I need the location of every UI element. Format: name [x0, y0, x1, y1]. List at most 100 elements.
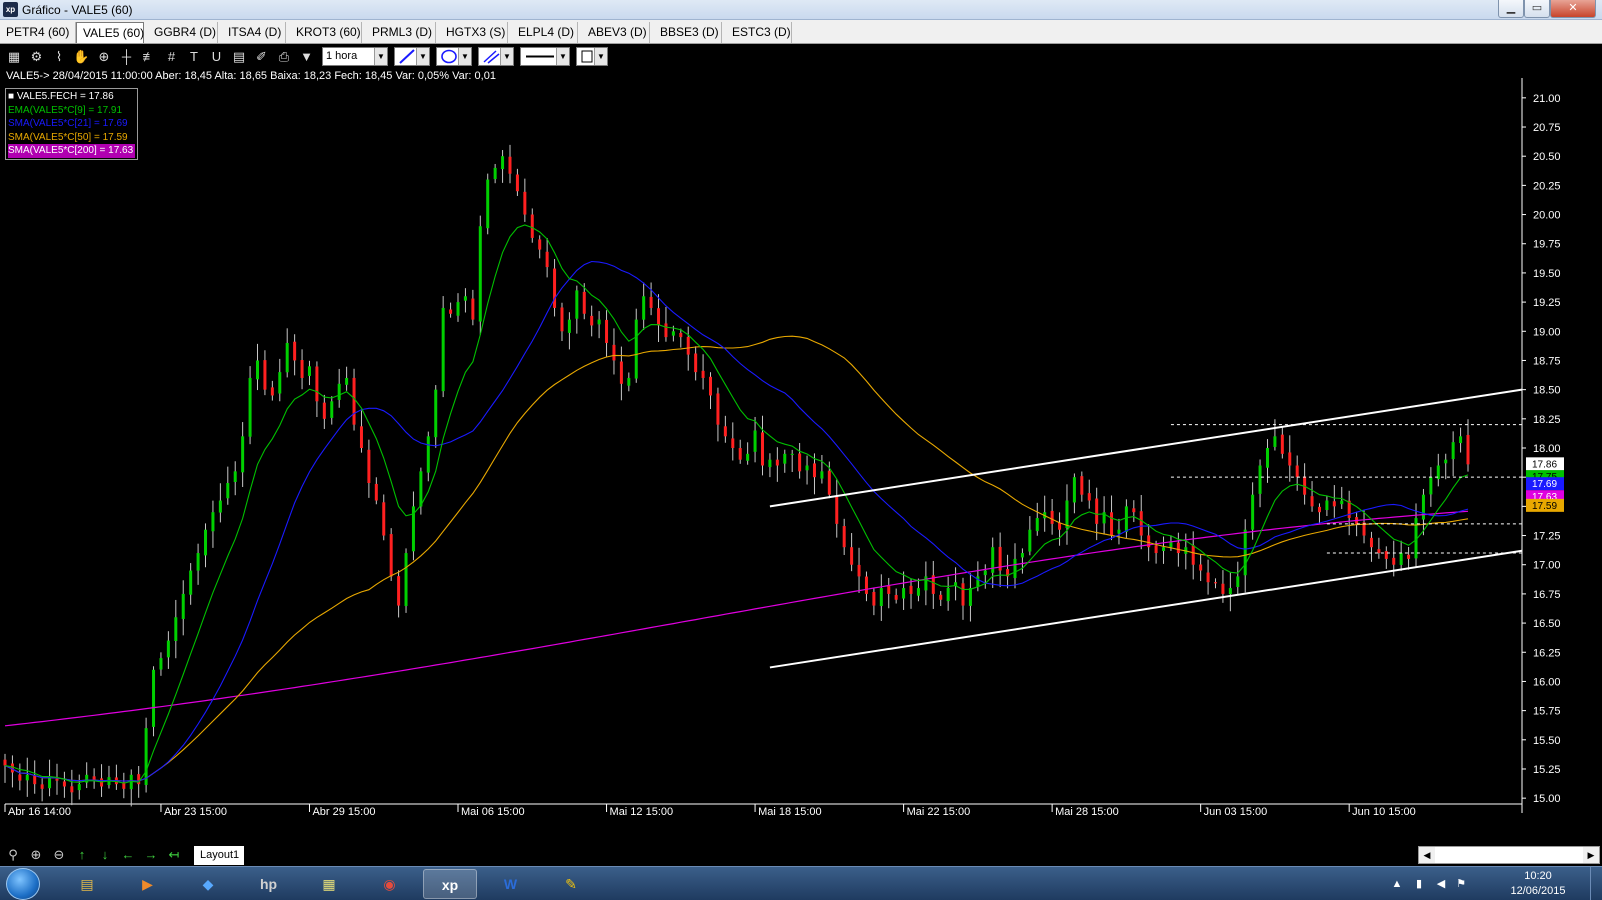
- candle-body: [864, 576, 868, 594]
- arrow-left-icon[interactable]: ←: [119, 846, 137, 864]
- candle-body: [137, 774, 141, 785]
- ellipse-tool-icon: [441, 49, 457, 64]
- tab-ggbr4[interactable]: GGBR4 (D): [148, 22, 218, 43]
- arrow-back-icon[interactable]: ↤: [165, 846, 183, 864]
- channel-tool-select[interactable]: ▼: [478, 47, 514, 66]
- horizontal-scrollbar[interactable]: ◀ ▶: [1418, 846, 1600, 864]
- tab-krot3[interactable]: KROT3 (60): [290, 22, 362, 43]
- x-tick-label: Mai 06 15:00: [461, 806, 525, 818]
- fibonacci-icon[interactable]: ≢: [140, 48, 158, 65]
- tab-petr4[interactable]: PETR4 (60): [0, 22, 76, 43]
- taskbar-word-icon[interactable]: W: [484, 869, 538, 899]
- magnet-icon[interactable]: U: [208, 48, 226, 65]
- network-signal-icon[interactable]: ▮: [1412, 877, 1426, 891]
- grid-icon[interactable]: #: [163, 48, 181, 65]
- ema9-line: [4, 224, 1469, 784]
- hand-icon[interactable]: ✋: [73, 48, 91, 65]
- candle-body: [916, 588, 920, 596]
- candle-body: [1429, 477, 1433, 495]
- candle-body: [627, 377, 631, 386]
- print-icon[interactable]: ⎙: [275, 48, 293, 65]
- taskbar-hp-app-icon[interactable]: hp: [242, 869, 296, 899]
- sma21-line: [4, 260, 1469, 782]
- flag-icon[interactable]: ⚑: [1454, 877, 1468, 891]
- candle-body: [293, 341, 297, 361]
- tab-abev3[interactable]: ABEV3 (D): [582, 22, 650, 43]
- taskbar-explorer-icon[interactable]: ▤: [60, 869, 114, 899]
- indicator-icon[interactable]: ⌇: [50, 48, 68, 65]
- candle-body: [961, 583, 965, 606]
- crosshair-icon[interactable]: ┼: [118, 48, 136, 65]
- taskbar-xp-trading-icon[interactable]: xp: [423, 869, 477, 899]
- candle-body: [946, 588, 950, 602]
- period-select[interactable]: 1 hora ▼: [322, 47, 388, 66]
- line-tool-select[interactable]: ▼: [394, 47, 430, 66]
- candle-body: [701, 370, 705, 378]
- filter-icon[interactable]: ▼: [298, 48, 316, 65]
- candle-body: [1251, 494, 1255, 530]
- candle-body: [397, 576, 401, 606]
- tab-estc3[interactable]: ESTC3 (D): [726, 22, 792, 43]
- taskbar-media-player-icon[interactable]: ▶: [121, 869, 175, 899]
- calculator-icon[interactable]: ▤: [230, 48, 248, 65]
- candle-body: [642, 296, 646, 320]
- volume-icon[interactable]: ◀: [1434, 877, 1448, 891]
- tab-elpl4[interactable]: ELPL4 (D): [512, 22, 578, 43]
- candle-body: [902, 588, 906, 599]
- y-tick-label: 16.75: [1533, 589, 1561, 601]
- tab-vale5[interactable]: VALE5 (60): [76, 22, 144, 43]
- candle-body: [159, 658, 163, 670]
- text-icon[interactable]: T: [185, 48, 203, 65]
- scroll-left-icon[interactable]: ◀: [1419, 847, 1435, 863]
- tab-bbse3[interactable]: BBSE3 (D): [654, 22, 722, 43]
- price-tag-label: 17.59: [1532, 501, 1557, 512]
- pin-icon[interactable]: ✐: [253, 48, 271, 65]
- ellipse-tool-select[interactable]: ▼: [436, 47, 472, 66]
- chart-type-icon[interactable]: ▦: [5, 48, 23, 65]
- app-window: xp Gráfico - VALE5 (60) ▁ ▭ ✕ PETR4 (60)…: [0, 0, 1602, 900]
- taskbar-paint-icon[interactable]: ✎: [544, 869, 598, 899]
- chart-area[interactable]: 21.00 20.75 20.50 20.25 20.00 19.75 19.50 19.25…: [0, 68, 1602, 844]
- candle-body: [255, 360, 259, 380]
- candle-body: [1191, 545, 1195, 565]
- candle-body: [968, 588, 972, 606]
- candle-body: [1110, 512, 1114, 536]
- tab-hgtx3[interactable]: HGTX3 (S): [440, 22, 508, 43]
- candle-body: [582, 291, 586, 314]
- zoom-icon[interactable]: ⊕: [95, 48, 113, 65]
- layout-tab[interactable]: Layout1: [194, 846, 244, 865]
- channel-tool-icon: [483, 50, 500, 64]
- arrow-right-icon[interactable]: →: [142, 846, 160, 864]
- maximize-button[interactable]: ▭: [1524, 0, 1550, 18]
- candle-body: [226, 483, 230, 499]
- line-style-select[interactable]: ▼: [520, 47, 570, 66]
- taskbar-chrome-icon[interactable]: ◉: [363, 869, 417, 899]
- zoom-out-icon[interactable]: ⊖: [50, 846, 68, 864]
- tab-itsa4[interactable]: ITSA4 (D): [222, 22, 286, 43]
- taskbar-calculator-app-icon[interactable]: ▦: [302, 869, 356, 899]
- gear-icon[interactable]: ⚙: [28, 48, 46, 65]
- candle-body: [77, 784, 81, 791]
- price-chart[interactable]: 21.00 20.75 20.50 20.25 20.00 19.75 19.50 19.25…: [0, 68, 1602, 844]
- zoom-fit-icon[interactable]: ⚲: [4, 846, 22, 864]
- zoom-in-icon[interactable]: ⊕: [27, 846, 45, 864]
- close-button[interactable]: ✕: [1550, 0, 1596, 18]
- x-tick-label: Jun 03 15:00: [1204, 806, 1268, 818]
- scroll-right-icon[interactable]: ▶: [1583, 847, 1599, 863]
- candle-body: [270, 387, 274, 396]
- minimize-button[interactable]: ▁: [1498, 0, 1524, 18]
- arrow-up-icon[interactable]: ↑: [73, 846, 91, 864]
- symbol-tab-bar: PETR4 (60) VALE5 (60) GGBR4 (D) ITSA4 (D) KR…: [0, 20, 1602, 44]
- show-desktop-button[interactable]: [1590, 867, 1602, 900]
- candle-body: [1399, 553, 1403, 565]
- candle-body: [419, 471, 423, 507]
- start-button[interactable]: [6, 868, 40, 900]
- clock[interactable]: 10:20 12/06/2015: [1508, 869, 1568, 899]
- arrow-down-icon[interactable]: ↓: [96, 846, 114, 864]
- tab-prml3[interactable]: PRML3 (D): [366, 22, 436, 43]
- tray-expand-icon[interactable]: ▲: [1390, 877, 1404, 891]
- candle-body: [872, 591, 876, 606]
- y-tick-label: 20.00: [1533, 210, 1561, 222]
- taskbar-network-app-icon[interactable]: ◆: [181, 869, 235, 899]
- color-select[interactable]: ▼: [576, 47, 608, 66]
